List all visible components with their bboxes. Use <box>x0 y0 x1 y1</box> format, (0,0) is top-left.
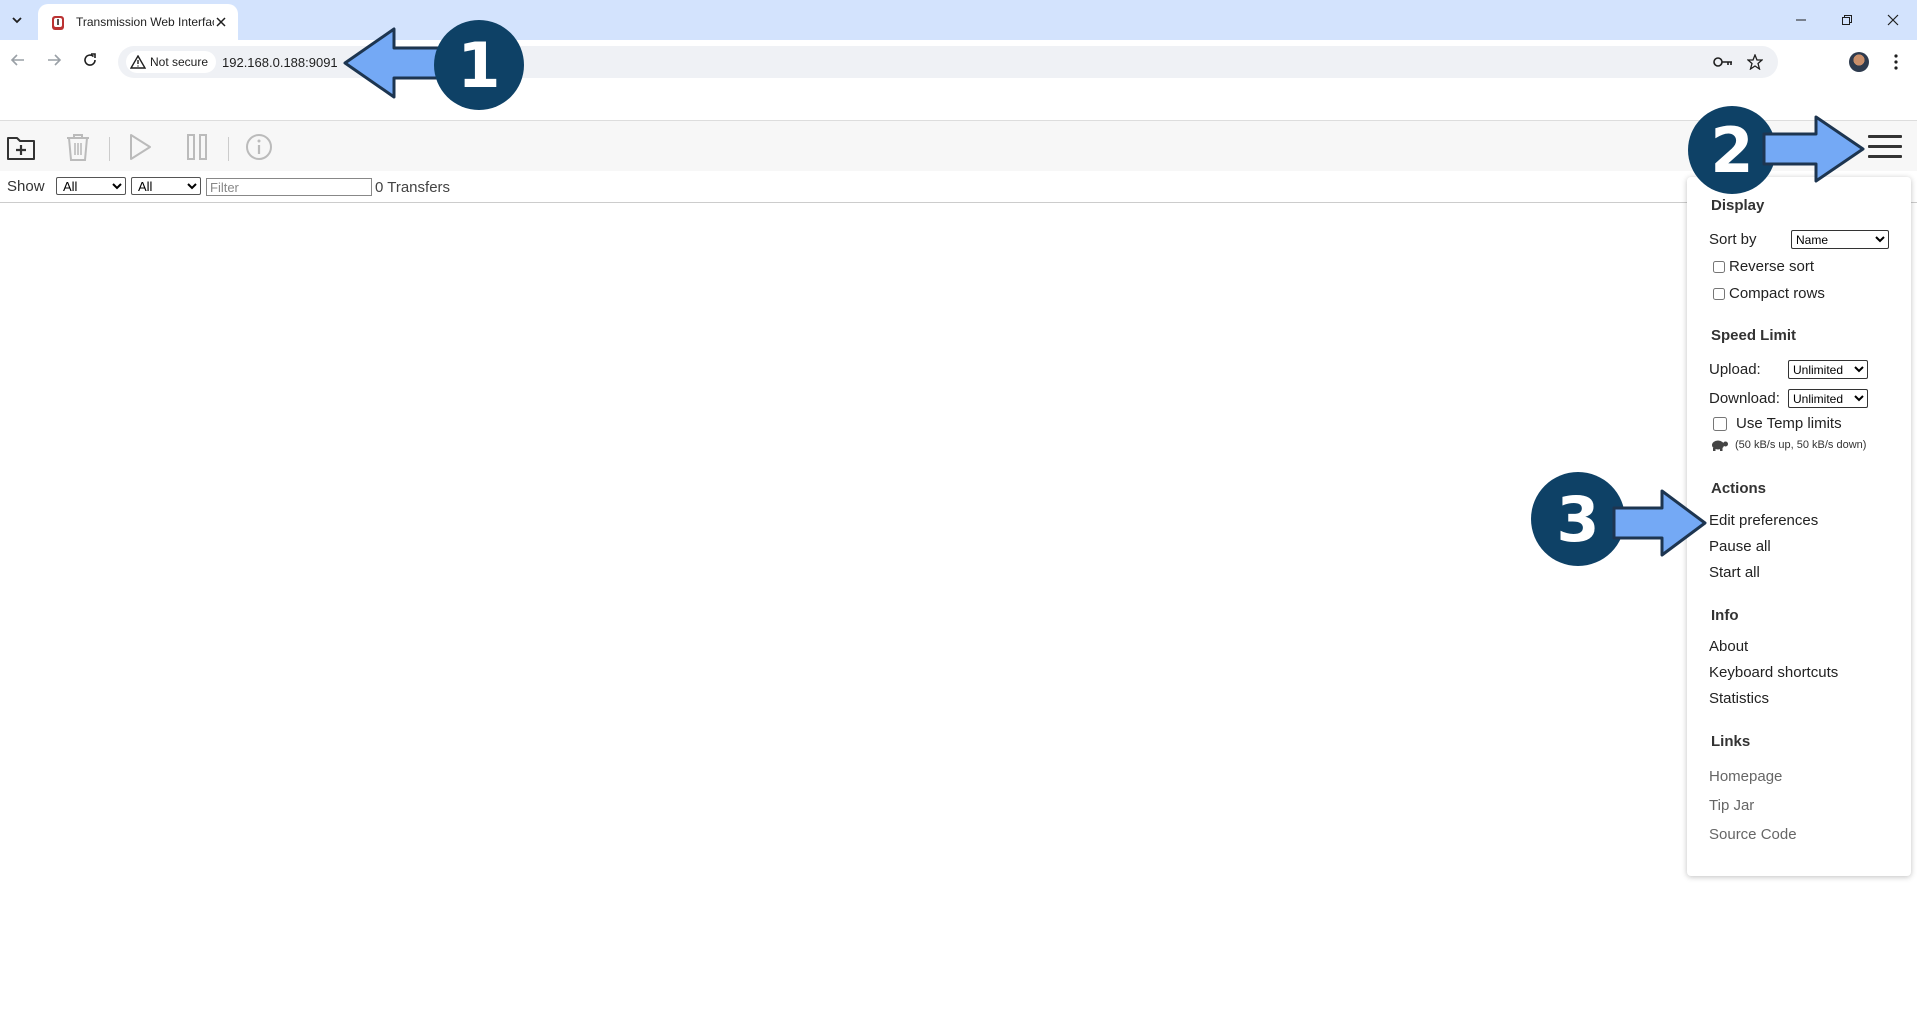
close-icon <box>216 17 226 27</box>
sort-by-label: Sort by <box>1709 231 1757 248</box>
actions-header: Actions <box>1711 480 1767 497</box>
keyboard-shortcuts-item[interactable]: Keyboard shortcuts <box>1709 664 1838 681</box>
filter-bar: Show All All 0 Transfers <box>0 171 1917 203</box>
annotation-callout-3: 3 <box>1531 472 1625 566</box>
main-menu-popup: Display Sort by Name Reverse sort Compac… <box>1687 177 1911 876</box>
reload-icon <box>84 53 96 66</box>
key-icon <box>1713 57 1732 67</box>
transmission-toolbar <box>0 120 1917 172</box>
status-filter-select[interactable]: All <box>56 177 126 195</box>
use-temp-limits-label: Use Temp limits <box>1736 415 1842 432</box>
tab-title: Transmission Web Interface <box>76 15 214 29</box>
transfers-count: 0 Transfers <box>375 179 451 196</box>
forward-button[interactable] <box>42 48 66 72</box>
browser-tab-strip: Transmission Web Interface <box>0 0 1917 40</box>
homepage-link[interactable]: Homepage <box>1709 768 1782 785</box>
browser-menu-button[interactable] <box>1884 50 1908 74</box>
pause-all-item[interactable]: Pause all <box>1709 538 1771 555</box>
upload-label: Upload: <box>1709 361 1761 378</box>
remove-torrent-button[interactable] <box>62 131 94 163</box>
temp-limits-info: (50 kB/s up, 50 kB/s down) <box>1709 439 1866 451</box>
close-window-button[interactable] <box>1873 6 1913 34</box>
start-all-item[interactable]: Start all <box>1709 564 1760 581</box>
tip-jar-link[interactable]: Tip Jar <box>1709 797 1754 814</box>
back-button[interactable] <box>6 48 30 72</box>
minimize-icon <box>1796 19 1806 21</box>
reverse-sort-label: Reverse sort <box>1729 258 1815 275</box>
reload-button[interactable] <box>78 48 102 72</box>
pause-torrent-button[interactable] <box>181 131 213 163</box>
main-menu-button[interactable] <box>1868 131 1902 161</box>
minimize-button[interactable] <box>1781 6 1821 34</box>
edit-preferences-item[interactable]: Edit preferences <box>1709 512 1818 529</box>
filter-input[interactable] <box>206 178 372 196</box>
restore-icon <box>1842 15 1852 25</box>
browser-tab[interactable]: Transmission Web Interface <box>38 4 238 40</box>
speed-limit-header: Speed Limit <box>1711 327 1797 344</box>
annotation-callout-1: 1 <box>434 20 524 110</box>
chevron-down-icon <box>12 17 22 24</box>
start-torrent-button[interactable] <box>124 131 156 163</box>
use-temp-limits-checkbox[interactable] <box>1713 417 1727 431</box>
tracker-filter-select[interactable]: All <box>131 177 201 195</box>
restore-button[interactable] <box>1827 6 1867 34</box>
bookmark-button[interactable] <box>1745 52 1765 72</box>
close-icon <box>1887 14 1899 26</box>
transmission-favicon-icon <box>52 16 64 30</box>
info-header: Info <box>1711 607 1739 624</box>
warning-icon <box>130 55 146 69</box>
show-label: Show <box>7 178 45 195</box>
display-header: Display <box>1711 197 1765 214</box>
statistics-item[interactable]: Statistics <box>1709 690 1769 707</box>
upload-limit-select[interactable]: Unlimited <box>1788 360 1868 379</box>
annotation-arrow-3 <box>1612 489 1707 557</box>
arrow-left-icon <box>10 54 24 66</box>
folder-plus-icon <box>7 137 35 160</box>
turtle-icon <box>1712 440 1728 451</box>
toolbar-separator <box>109 137 110 161</box>
hamburger-icon <box>1868 135 1902 138</box>
url-text[interactable]: 192.168.0.188:9091 <box>222 55 338 70</box>
torrent-info-button[interactable] <box>243 131 275 163</box>
about-item[interactable]: About <box>1709 638 1748 655</box>
links-header: Links <box>1711 733 1751 750</box>
password-key-button[interactable] <box>1713 52 1733 72</box>
profile-avatar[interactable] <box>1849 52 1869 72</box>
sort-by-select[interactable]: Name <box>1791 230 1889 249</box>
trash-icon <box>67 134 89 161</box>
annotation-arrow-2 <box>1762 115 1865 183</box>
hamburger-icon <box>1868 145 1902 148</box>
compact-rows-label: Compact rows <box>1729 285 1825 302</box>
pause-icon <box>187 134 207 160</box>
tab-search-button[interactable] <box>4 8 30 32</box>
source-code-link[interactable]: Source Code <box>1709 826 1797 843</box>
download-label: Download: <box>1709 390 1780 407</box>
compact-rows-checkbox[interactable] <box>1713 288 1725 300</box>
info-icon <box>246 134 272 160</box>
hamburger-icon <box>1868 155 1902 158</box>
temp-limits-info-text: (50 kB/s up, 50 kB/s down) <box>1735 439 1867 451</box>
reverse-sort-checkbox[interactable] <box>1713 261 1725 273</box>
arrow-right-icon <box>48 54 62 66</box>
star-icon <box>1747 54 1763 70</box>
download-limit-select[interactable]: Unlimited <box>1788 389 1868 408</box>
security-label: Not secure <box>150 55 209 69</box>
open-torrent-button[interactable] <box>5 131 37 163</box>
more-vertical-icon <box>1894 54 1898 70</box>
security-chip[interactable]: Not secure <box>126 51 217 73</box>
toolbar-separator <box>228 137 229 161</box>
tab-close-button[interactable] <box>212 13 230 31</box>
play-icon <box>130 134 151 160</box>
